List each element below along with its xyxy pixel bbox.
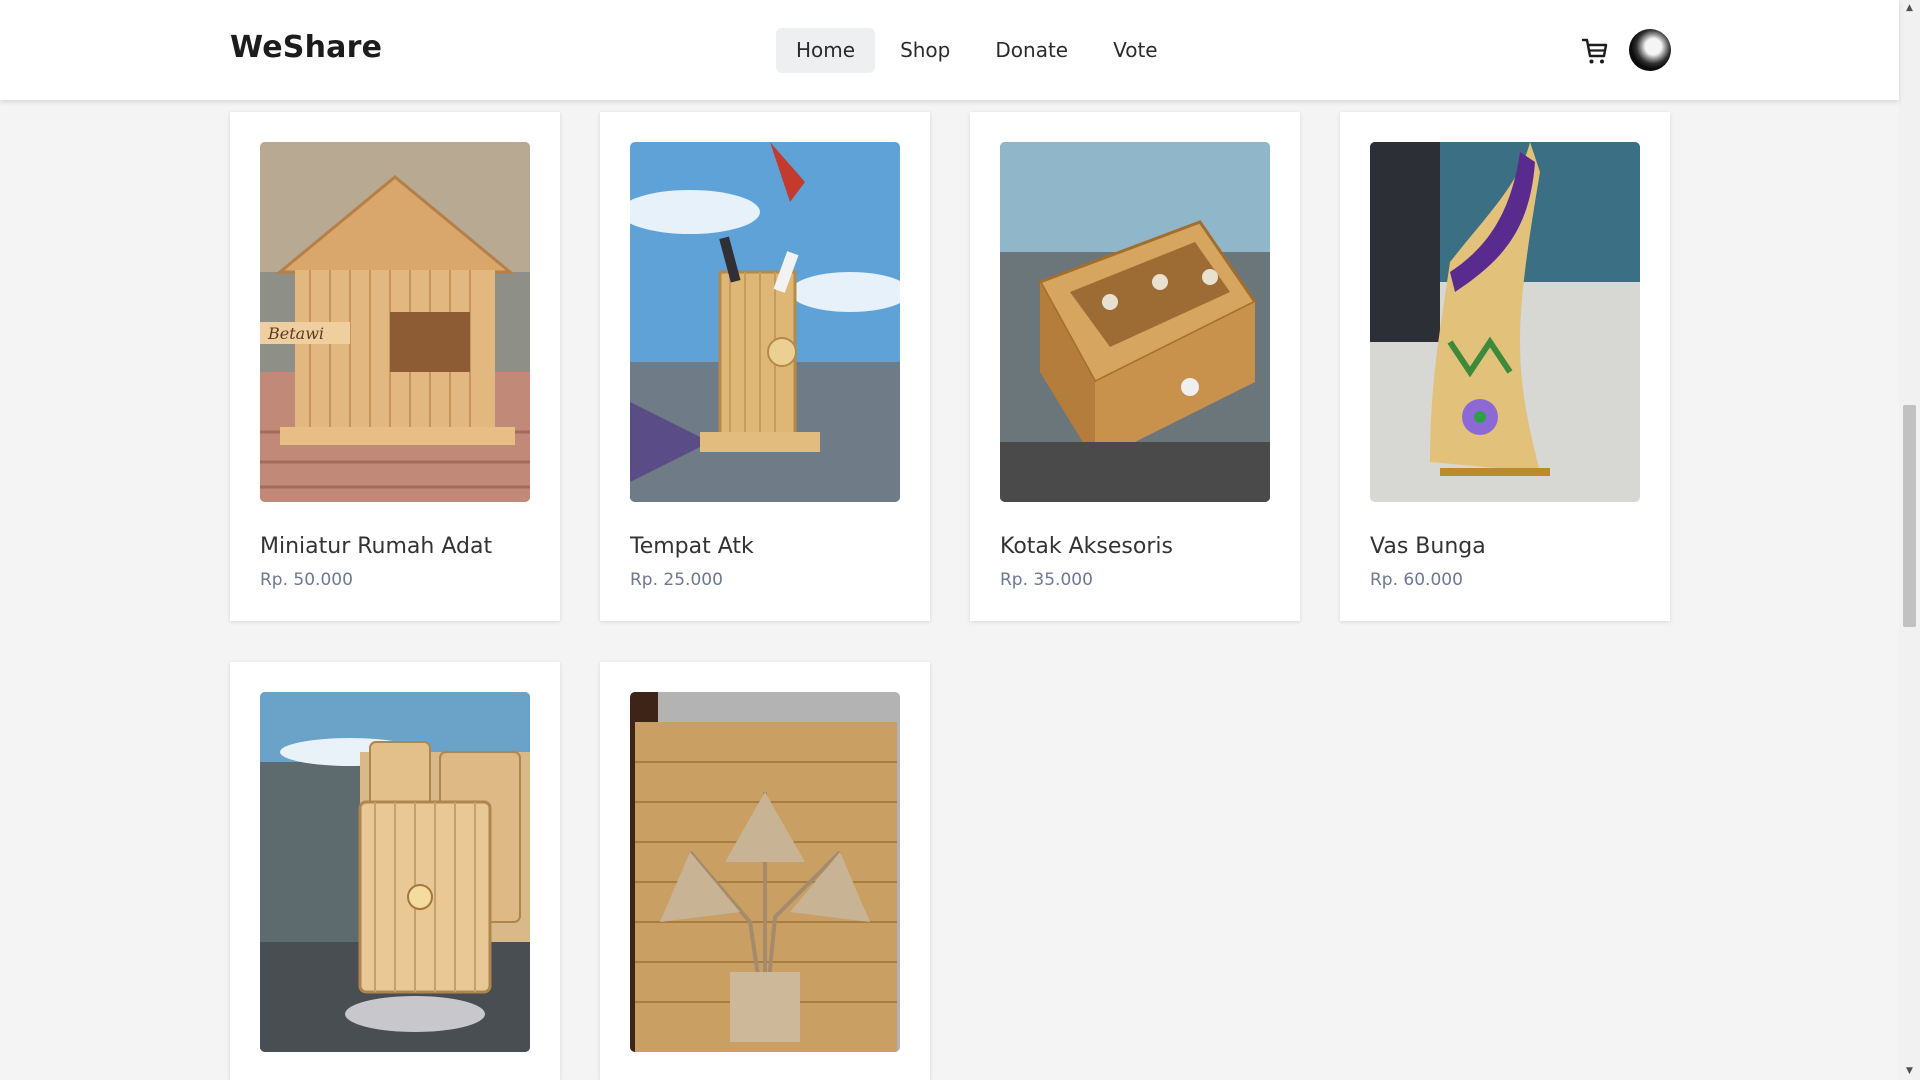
product-image xyxy=(260,692,530,1052)
product-price: Rp. 35.000 xyxy=(1000,570,1093,590)
betawi-sign-text: Betawi xyxy=(267,324,324,343)
product-image: Betawi xyxy=(260,142,530,502)
scroll-down-arrow[interactable]: ▼ xyxy=(1899,1063,1920,1080)
cart-icon[interactable] xyxy=(1580,36,1610,66)
nav-shop[interactable]: Shop xyxy=(880,28,970,73)
product-card[interactable]: Vas Bunga Rp. 60.000 xyxy=(1340,112,1670,621)
nav-vote[interactable]: Vote xyxy=(1093,28,1178,73)
nav-donate[interactable]: Donate xyxy=(975,28,1088,73)
scroll-up-arrow[interactable]: ▲ xyxy=(1899,0,1920,17)
product-name[interactable]: Vas Bunga xyxy=(1370,534,1486,559)
brand-logo[interactable]: WeShare xyxy=(230,30,382,65)
product-image xyxy=(630,692,900,1052)
product-image xyxy=(630,142,900,502)
scroll-thumb[interactable] xyxy=(1903,405,1916,627)
product-name[interactable]: Tempat Atk xyxy=(630,534,754,559)
product-price: Rp. 25.000 xyxy=(630,570,723,590)
product-card[interactable] xyxy=(600,662,930,1080)
product-image xyxy=(1000,142,1270,502)
top-navigation-bar: WeShare Home Shop Donate Vote xyxy=(0,0,1899,100)
product-card[interactable]: Betawi Miniatur Rumah Adat Rp. 50.000 xyxy=(230,112,560,621)
user-avatar[interactable] xyxy=(1629,29,1671,71)
product-card[interactable]: Kotak Aksesoris Rp. 35.000 xyxy=(970,112,1300,621)
product-price: Rp. 50.000 xyxy=(260,570,353,590)
product-card[interactable] xyxy=(230,662,560,1080)
product-name[interactable]: Miniatur Rumah Adat xyxy=(260,534,492,559)
product-price: Rp. 60.000 xyxy=(1370,570,1463,590)
main-nav: Home Shop Donate Vote xyxy=(776,28,1183,73)
product-image xyxy=(1370,142,1640,502)
vertical-scrollbar[interactable]: ▲ ▼ xyxy=(1899,0,1920,1080)
nav-home[interactable]: Home xyxy=(776,28,876,73)
product-name[interactable]: Kotak Aksesoris xyxy=(1000,534,1173,559)
product-card[interactable]: Tempat Atk Rp. 25.000 xyxy=(600,112,930,621)
